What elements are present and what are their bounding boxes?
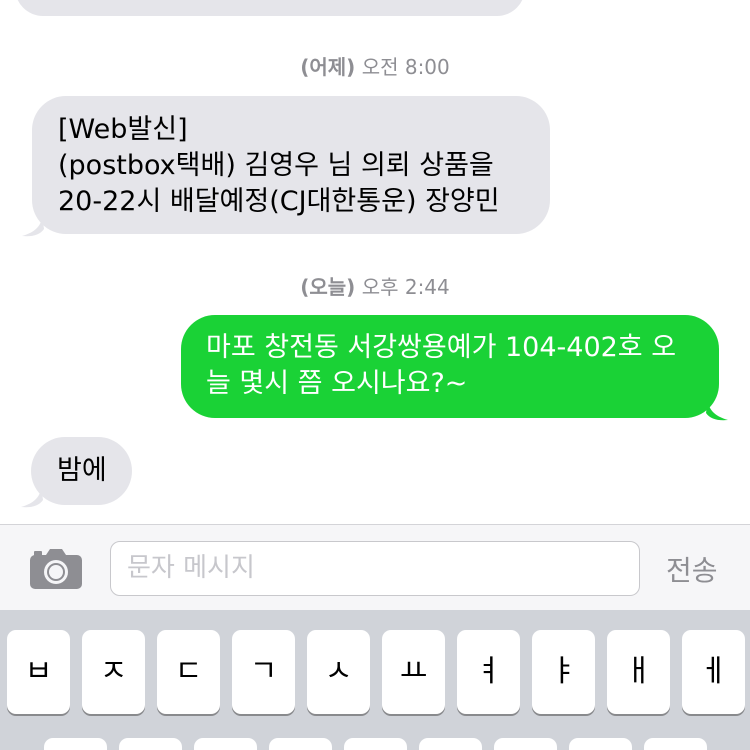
key[interactable]: ㅑ: [532, 630, 595, 714]
timestamp-time: 오후 2:44: [361, 275, 450, 299]
message-line: [Web발신]: [58, 114, 188, 145]
message-line: 늘 몇시 쯤 오시나요?~: [206, 368, 468, 399]
message-bubble-received[interactable]: [Web발신] (postbox택배) 김영우 님 의뢰 상품을 20-22시 …: [32, 96, 550, 234]
key[interactable]: [44, 738, 107, 750]
timestamp-today: (오늘) 오후 2:44: [0, 271, 750, 300]
key[interactable]: ㅔ: [682, 630, 745, 714]
message-line: 20-22시 배달예정(CJ대한통운) 장양민: [58, 186, 500, 217]
timestamp-day: (오늘): [300, 275, 356, 299]
key[interactable]: ㄱ: [232, 630, 295, 714]
message-line: 마포 창전동 서강쌍용예가 104-402호 오: [206, 332, 677, 363]
key[interactable]: [494, 738, 557, 750]
keyboard: ㅂ ㅈ ㄷ ㄱ ㅅ ㅛ ㅕ ㅑ ㅐ ㅔ: [0, 610, 750, 750]
message-line: (postbox택배) 김영우 님 의뢰 상품을: [58, 150, 494, 181]
key[interactable]: [344, 738, 407, 750]
compose-bar: 문자 메시지 전송: [0, 524, 750, 610]
key[interactable]: [569, 738, 632, 750]
timestamp-day: (어제): [300, 55, 356, 79]
key[interactable]: ㅛ: [382, 630, 445, 714]
key[interactable]: [644, 738, 707, 750]
timestamp-yesterday: (어제) 오전 8:00: [0, 51, 750, 80]
camera-icon[interactable]: [30, 549, 82, 589]
key[interactable]: [419, 738, 482, 750]
key[interactable]: ㅈ: [82, 630, 145, 714]
key[interactable]: [269, 738, 332, 750]
timestamp-time: 오전 8:00: [361, 55, 450, 79]
key[interactable]: ㄷ: [157, 630, 220, 714]
send-button[interactable]: 전송: [666, 549, 718, 589]
message-thread[interactable]: (어제) 오전 8:00 [Web발신] (postbox택배) 김영우 님 의…: [0, 0, 750, 524]
message-input[interactable]: 문자 메시지: [110, 541, 640, 596]
key[interactable]: ㅐ: [607, 630, 670, 714]
message-bubble-received[interactable]: 밤에: [31, 437, 132, 505]
key[interactable]: ㅕ: [457, 630, 520, 714]
key[interactable]: [119, 738, 182, 750]
message-bubble-sent[interactable]: 마포 창전동 서강쌍용예가 104-402호 오 늘 몇시 쯤 오시나요?~: [181, 315, 719, 418]
key[interactable]: [194, 738, 257, 750]
key[interactable]: ㅅ: [307, 630, 370, 714]
previous-message-bubble[interactable]: [15, 0, 525, 16]
key[interactable]: ㅂ: [7, 630, 70, 714]
message-line: 밤에: [57, 455, 107, 486]
